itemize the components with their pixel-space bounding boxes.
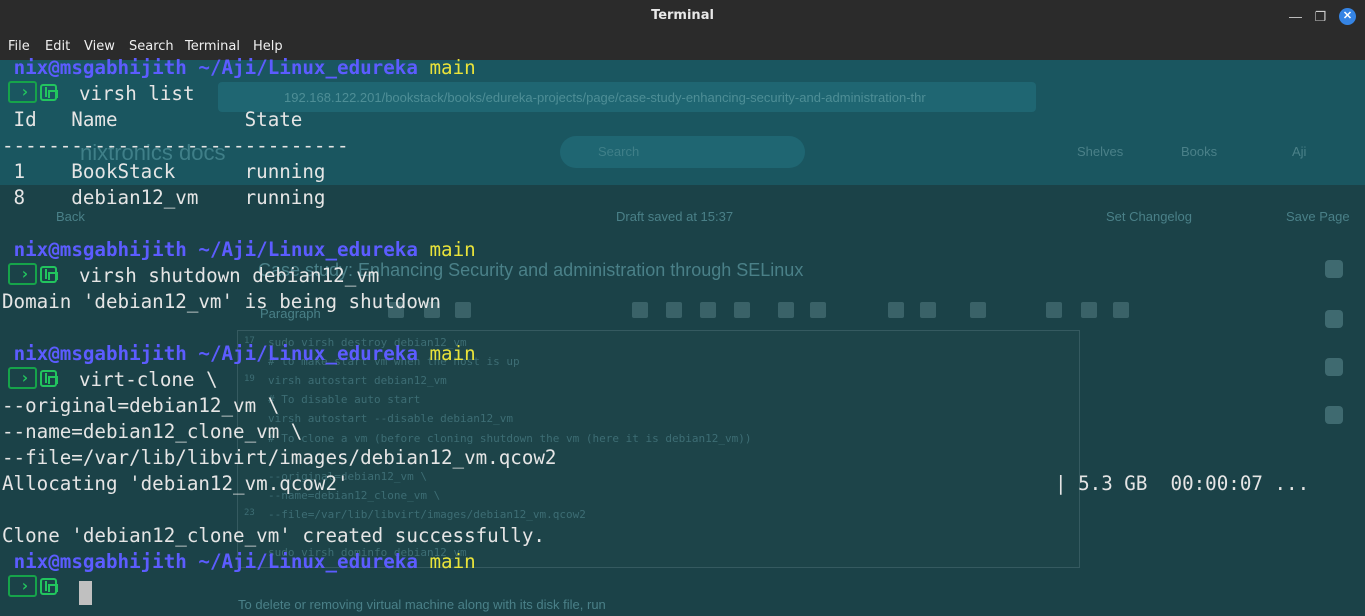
output-line: Allocating 'debian12_vm.qcow2' — [2, 472, 349, 495]
output-line: --file=/var/lib/libvirt/images/debian12_… — [2, 446, 557, 469]
command-text: virsh list — [79, 82, 195, 105]
linux-mint-icon — [40, 266, 58, 283]
prompt-arrow-icon: › — [8, 81, 37, 103]
linux-mint-icon — [40, 578, 58, 595]
output-line: --original=debian12_vm \ — [2, 394, 280, 417]
linux-mint-icon — [40, 84, 58, 101]
prompt-user: nix@msgabhijith — [13, 56, 187, 79]
output-line: ------------------------------ — [2, 134, 349, 157]
prompt-user: nix@msgabhijith — [13, 342, 187, 365]
prompt-branch: main — [429, 342, 476, 365]
minimize-icon[interactable]: — — [1287, 8, 1304, 25]
terminal-output[interactable]: nix@msgabhijith ~/Aji/Linux_edureka main… — [0, 56, 1365, 616]
prompt-line: nix@msgabhijith ~/Aji/Linux_edureka main — [2, 55, 476, 81]
command-text: virt-clone \ — [79, 368, 218, 391]
prompt-branch: main — [429, 238, 476, 261]
prompt-user: nix@msgabhijith — [13, 550, 187, 573]
text-cursor[interactable] — [79, 581, 92, 605]
prompt-line: nix@msgabhijith ~/Aji/Linux_edureka main — [2, 237, 476, 263]
close-icon[interactable]: ✕ — [1339, 8, 1356, 25]
output-line: 8 debian12_vm running — [2, 186, 326, 209]
menu-search[interactable]: Search — [129, 39, 174, 54]
progress-readout: | 5.3 GB 00:00:07 ... — [1055, 472, 1310, 495]
prompt-line: nix@msgabhijith ~/Aji/Linux_edureka main — [2, 341, 476, 367]
menu-help[interactable]: Help — [253, 39, 283, 54]
menu-edit[interactable]: Edit — [45, 39, 70, 54]
output-line: Domain 'debian12_vm' is being shutdown — [2, 290, 441, 313]
prompt-arrow-icon: › — [8, 263, 37, 285]
prompt-line: nix@msgabhijith ~/Aji/Linux_edureka main — [2, 549, 476, 575]
menu-terminal[interactable]: Terminal — [185, 39, 240, 54]
prompt-branch: main — [429, 56, 476, 79]
prompt-user: nix@msgabhijith — [13, 238, 187, 261]
command-text: virsh shutdown debian12_vm — [79, 264, 380, 287]
prompt-path: ~/Aji/Linux_edureka — [198, 238, 418, 261]
menu-file[interactable]: File — [8, 39, 30, 54]
prompt-branch: main — [429, 550, 476, 573]
prompt-path: ~/Aji/Linux_edureka — [198, 550, 418, 573]
prompt-arrow-icon: › — [8, 367, 37, 389]
prompt-arrow-icon: › — [8, 575, 37, 597]
prompt-path: ~/Aji/Linux_edureka — [198, 56, 418, 79]
window-titlebar: Terminal — ❐ ✕ — [0, 0, 1365, 33]
output-line: Clone 'debian12_clone_vm' created succes… — [2, 524, 545, 547]
output-line: --name=debian12_clone_vm \ — [2, 420, 303, 443]
window-title: Terminal — [651, 8, 714, 23]
output-line: Id Name State — [2, 108, 303, 131]
prompt-path: ~/Aji/Linux_edureka — [198, 342, 418, 365]
maximize-icon[interactable]: ❐ — [1312, 8, 1329, 25]
output-line: 1 BookStack running — [2, 160, 326, 183]
linux-mint-icon — [40, 370, 58, 387]
menu-view[interactable]: View — [84, 39, 115, 54]
